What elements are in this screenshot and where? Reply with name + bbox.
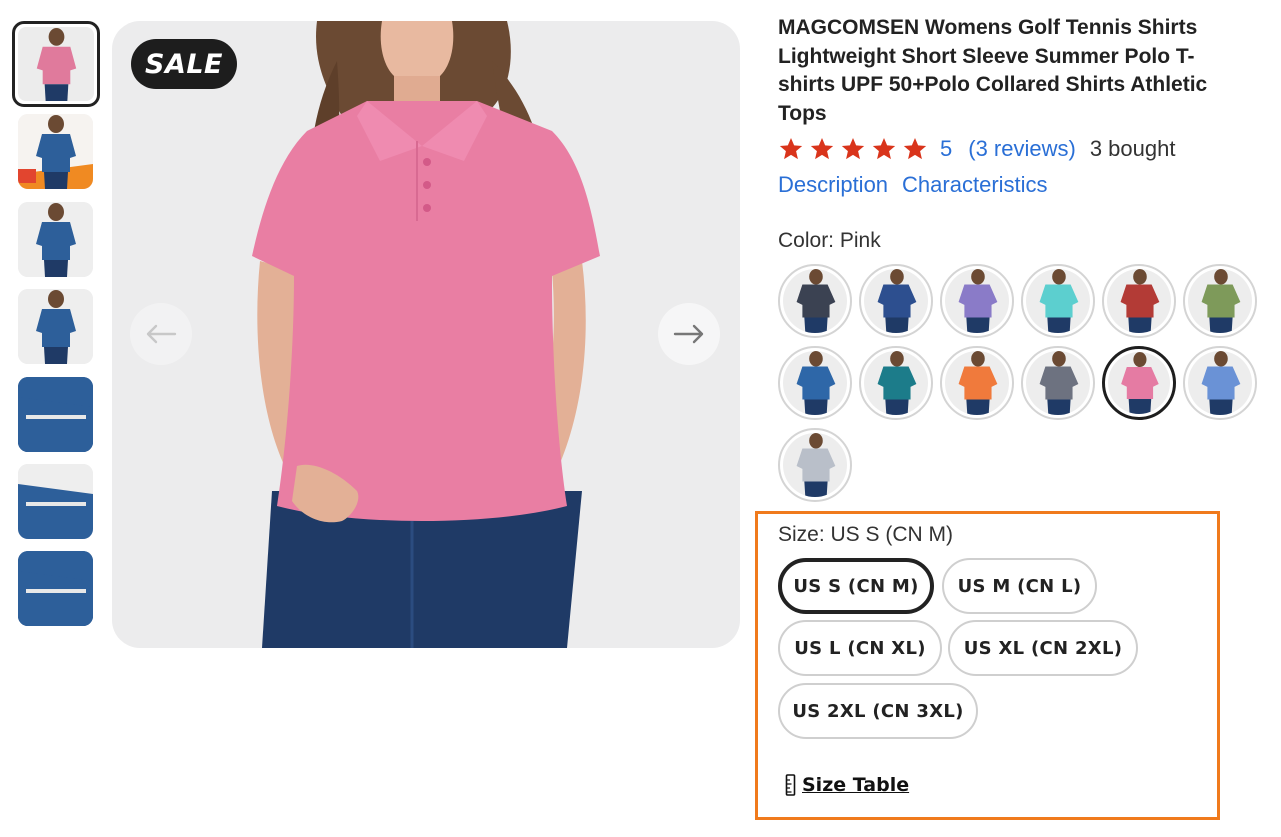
color-swatch-blue[interactable]	[778, 346, 852, 420]
thumbnail-3[interactable]	[18, 202, 93, 277]
characteristics-link[interactable]: Characteristics	[902, 172, 1047, 198]
rating-value: 5	[940, 136, 953, 161]
size-option-2[interactable]: US M (CN L)	[942, 558, 1097, 614]
arrow-left-icon	[146, 324, 177, 344]
swatch-image	[796, 433, 836, 497]
size-option-4[interactable]: US XL (CN 2XL)	[948, 620, 1138, 676]
star-icon	[841, 137, 865, 160]
model-photo	[252, 21, 600, 648]
star-icon	[872, 137, 896, 160]
swatch-image	[1201, 269, 1241, 333]
thumbnail-2[interactable]	[18, 114, 93, 189]
color-swatch-royal-blue[interactable]	[859, 264, 933, 338]
swatch-image	[1039, 351, 1079, 415]
swatch-image	[877, 351, 917, 415]
thumbnail-1[interactable]	[12, 21, 100, 107]
swatch-image	[796, 351, 836, 415]
color-swatch-red[interactable]	[1102, 264, 1176, 338]
swatch-image	[1121, 352, 1159, 414]
size-option-3[interactable]: US L (CN XL)	[778, 620, 942, 676]
size-table-link[interactable]: Size Table	[785, 774, 909, 796]
arrow-right-icon	[673, 324, 704, 344]
reviews-link[interactable]: (3 reviews)	[968, 136, 1076, 162]
swatch-image	[958, 351, 998, 415]
thumbnail-image-6	[18, 464, 93, 539]
swatch-image	[1120, 269, 1160, 333]
color-swatch-navy[interactable]	[778, 264, 852, 338]
main-product-image[interactable]: SALE	[112, 21, 740, 648]
swatch-image	[796, 269, 836, 333]
color-swatch-green[interactable]	[1183, 264, 1257, 338]
color-swatch-gray[interactable]	[1021, 346, 1095, 420]
thumbnail-image-2	[18, 114, 93, 189]
color-swatch-orange[interactable]	[940, 346, 1014, 420]
color-swatch-light-blue[interactable]	[1183, 346, 1257, 420]
previous-image-button[interactable]	[130, 303, 192, 365]
size-option-1[interactable]: US S (CN M)	[778, 558, 934, 614]
size-table-label: Size Table	[802, 774, 910, 796]
swatch-image	[877, 269, 917, 333]
color-swatch-aqua[interactable]	[1021, 264, 1095, 338]
sale-badge: SALE	[131, 39, 237, 89]
color-swatch-light-gray[interactable]	[778, 428, 852, 502]
thumbnail-image-7	[18, 551, 93, 626]
size-option-5[interactable]: US 2XL (CN 3XL)	[778, 683, 978, 739]
thumbnail-4[interactable]	[18, 289, 93, 364]
thumbnail-image-1	[36, 27, 77, 101]
color-swatch-purple[interactable]	[940, 264, 1014, 338]
star-icon	[810, 137, 834, 160]
color-label: Color: Pink	[778, 229, 881, 252]
rating-row: 5 (3 reviews) 3 bought	[778, 134, 1175, 164]
size-label: Size: US S (CN M)	[778, 523, 954, 546]
thumbnail-7[interactable]	[18, 551, 93, 626]
description-link[interactable]: Description	[778, 172, 888, 198]
ruler-icon	[785, 774, 796, 796]
product-title: MAGCOMSEN Womens Golf Tennis Shirts Ligh…	[778, 16, 1208, 125]
thumbnail-image-4	[36, 290, 76, 364]
section-links: Description Characteristics	[778, 172, 1048, 198]
thumbnail-image-5	[18, 377, 93, 452]
color-swatch-pink[interactable]	[1102, 346, 1176, 420]
bought-count: 3 bought	[1089, 136, 1176, 161]
color-swatch-teal[interactable]	[859, 346, 933, 420]
star-icon	[903, 137, 927, 160]
thumbnail-6[interactable]	[18, 464, 93, 539]
swatch-image	[1201, 351, 1241, 415]
next-image-button[interactable]	[658, 303, 720, 365]
star-rating	[778, 136, 928, 162]
swatch-image	[958, 269, 998, 333]
star-icon	[779, 137, 803, 160]
thumbnail-image-3	[36, 203, 76, 277]
thumbnail-5[interactable]	[18, 377, 93, 452]
swatch-image	[1039, 269, 1079, 333]
